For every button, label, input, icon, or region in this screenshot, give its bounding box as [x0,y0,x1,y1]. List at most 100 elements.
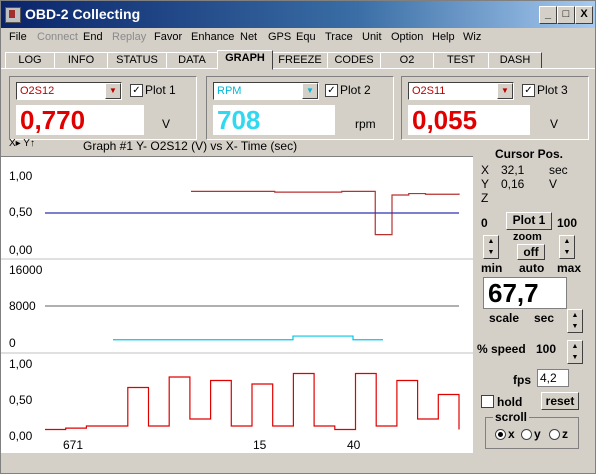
down-arrow-icon[interactable]: ▼ [484,247,498,258]
zoom-min-spinner[interactable]: ▲ ▼ [483,235,499,259]
scroll-y-label: y [534,427,541,441]
plot3-checkbox[interactable]: ✓ [522,84,535,97]
menu-favor[interactable]: Favor [154,31,182,43]
chevron-down-icon[interactable]: ▼ [105,83,121,99]
up-arrow-icon[interactable]: ▲ [484,236,498,247]
menu-option[interactable]: Option [391,31,423,43]
menu-equ[interactable]: Equ [296,31,316,43]
tab-graph[interactable]: GRAPH [217,50,273,70]
scroll-z-radio[interactable] [549,429,560,440]
menu-connect[interactable]: Connect [37,31,78,43]
tab-data[interactable]: DATA [166,52,218,69]
zoom-max-spinner[interactable]: ▲ ▼ [559,235,575,259]
speed-spinner[interactable]: ▲ ▼ [567,340,583,364]
plot3-value: 0,055 [408,105,530,135]
tab-test[interactable]: TEST [433,52,489,69]
plot2-pid-select[interactable]: RPM ▼ [213,82,319,100]
menu-wiz[interactable]: Wiz [463,31,481,43]
zoom-max-label: max [557,261,582,275]
plot1-pid-value: O2S12 [20,85,55,97]
down-arrow-icon[interactable]: ▼ [568,352,582,363]
graph-area[interactable] [1,156,473,453]
menu-enhance[interactable]: Enhance [191,31,234,43]
zoom-min-label: min [481,261,503,275]
plot2-panel: RPM ▼ ✓ Plot 2 708 rpm [206,76,394,140]
fps-value: 4,2 [537,369,569,387]
menu-replay[interactable]: Replay [112,31,146,43]
plot1-label: Plot 1 [145,83,176,97]
tab-status[interactable]: STATUS [107,52,167,69]
hold-label: hold [497,395,523,409]
cursor-y-unit: V [549,177,558,191]
cursor-y-label: Y [481,177,490,191]
fps-label: fps [513,373,531,387]
maximize-button[interactable]: □ [557,6,575,24]
plot3-unit: V [550,117,559,131]
down-arrow-icon[interactable]: ▼ [560,247,574,258]
minimize-button[interactable]: _ [539,6,557,24]
scale-spinner[interactable]: ▲ ▼ [567,309,583,333]
plot-select-button[interactable]: Plot 1 [506,212,552,230]
o2s12-trace [45,372,460,431]
up-arrow-icon[interactable]: ▲ [568,341,582,352]
menu-unit[interactable]: Unit [362,31,382,43]
plot3-pid-select[interactable]: O2S11 ▼ [408,82,514,100]
axis-icons: X▸ Y↑ [9,138,35,149]
scroll-label: scroll [493,410,530,424]
cursor-z-label: Z [481,191,489,205]
window-title: OBD-2 Collecting [25,6,141,22]
close-button[interactable]: X [575,6,593,24]
tab-divider [1,68,595,69]
menu-help[interactable]: Help [432,31,455,43]
plot1-panel: O2S12 ▼ ✓ Plot 1 0,770 V [9,76,197,140]
speed-value[interactable]: 100 [536,342,556,356]
zoom-auto-label: auto [519,261,545,275]
cursor-x-label: X [481,163,490,177]
menu-file[interactable]: File [9,31,27,43]
cursor-pos-title: Cursor Pos. [495,147,564,161]
scale-label: scale [489,311,520,325]
up-arrow-icon[interactable]: ▲ [560,236,574,247]
x-tick-label: 40 [347,438,361,452]
plot1-checkbox[interactable]: ✓ [130,84,143,97]
plot1-unit: V [162,117,171,131]
tab-info[interactable]: INFO [54,52,108,69]
reset-button[interactable]: reset [541,392,579,410]
menu-gps[interactable]: GPS [268,31,291,43]
tab-o2[interactable]: O2 [380,52,434,69]
menu-end[interactable]: End [83,31,103,43]
chevron-down-icon[interactable]: ▼ [302,83,318,99]
rpm-trace [113,335,383,341]
y-tick-label: 1,00 [9,169,33,183]
hold-checkbox[interactable] [481,395,494,408]
plot2-label: Plot 2 [340,83,371,97]
zoom-off-button[interactable]: off [517,244,545,260]
graph-svg [1,190,473,431]
scroll-y-radio[interactable] [521,429,532,440]
plot2-pid-value: RPM [217,85,242,97]
plot2-checkbox[interactable]: ✓ [325,84,338,97]
tab-codes[interactable]: CODES [327,52,381,69]
speed-label: % speed [477,342,526,356]
y-tick-label: 16000 [9,263,43,277]
tab-log[interactable]: LOG [5,52,55,69]
menu-trace[interactable]: Trace [325,31,353,43]
y-tick-label: 0 [9,336,16,350]
y-tick-label: 0,50 [9,205,33,219]
x-tick-label: 15 [253,438,267,452]
menu-net[interactable]: Net [240,31,257,43]
scroll-z-label: z [562,427,568,441]
up-arrow-icon[interactable]: ▲ [568,310,582,321]
y-tick-label: 0,00 [9,429,33,443]
plot2-value: 708 [213,105,335,135]
tab-freeze[interactable]: FREEZE [272,52,328,69]
scroll-x-label: x [508,427,515,441]
plot1-pid-select[interactable]: O2S12 ▼ [16,82,122,100]
menu-bar: File Connect End Replay Favor Enhance Ne… [1,29,595,47]
chevron-down-icon[interactable]: ▼ [497,83,513,99]
cursor-x-value: 32,1 [501,163,525,177]
scale-unit: sec [534,311,555,325]
scroll-x-radio[interactable] [495,429,506,440]
tab-dash[interactable]: DASH [488,52,542,69]
down-arrow-icon[interactable]: ▼ [568,321,582,332]
